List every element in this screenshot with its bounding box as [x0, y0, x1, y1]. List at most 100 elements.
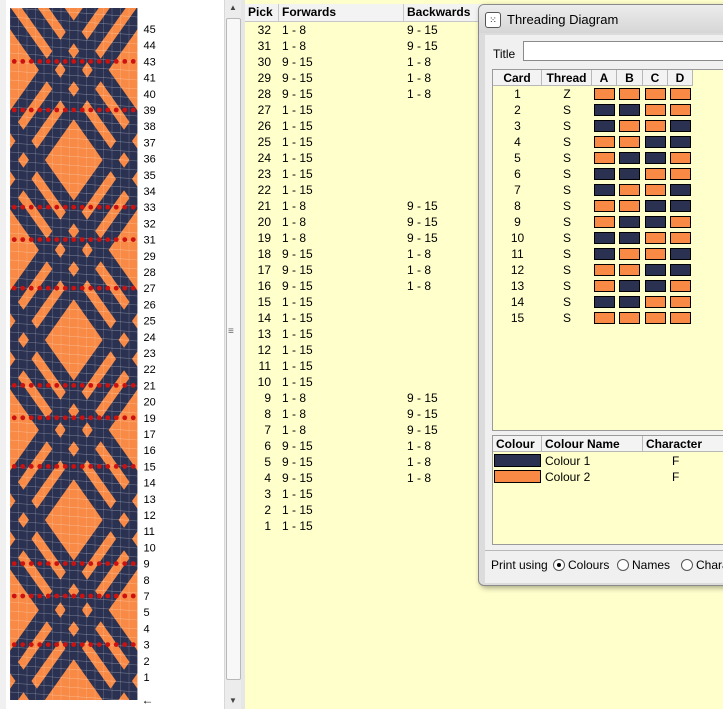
- hole-colour-swatch[interactable]: [619, 136, 640, 148]
- title-input[interactable]: [523, 41, 723, 61]
- hole-colour-swatch[interactable]: [645, 152, 666, 164]
- hole-colour-swatch[interactable]: [594, 168, 615, 180]
- hole-colour-swatch[interactable]: [645, 216, 666, 228]
- hole-colour-swatch[interactable]: [594, 312, 615, 324]
- hole-colour-swatch[interactable]: [645, 184, 666, 196]
- card-row[interactable]: 7S: [493, 182, 723, 198]
- hole-colour-swatch[interactable]: [645, 296, 666, 308]
- scroll-up-icon[interactable]: ▲: [225, 0, 241, 16]
- card-row[interactable]: 9S: [493, 214, 723, 230]
- hole-colour-swatch[interactable]: [670, 280, 691, 292]
- header-hole-d[interactable]: D: [668, 70, 693, 86]
- hole-colour-swatch[interactable]: [619, 88, 640, 100]
- card-row[interactable]: 8S: [493, 198, 723, 214]
- card-row[interactable]: 4S: [493, 134, 723, 150]
- hole-colour-swatch[interactable]: [619, 104, 640, 116]
- hole-colour-swatch[interactable]: [619, 264, 640, 276]
- hole-colour-swatch[interactable]: [645, 104, 666, 116]
- hole-colour-swatch[interactable]: [670, 168, 691, 180]
- hole-colour-swatch[interactable]: [619, 232, 640, 244]
- scroll-thumb[interactable]: [226, 18, 241, 680]
- header-character[interactable]: Character: [643, 436, 723, 452]
- hole-colour-swatch[interactable]: [670, 136, 691, 148]
- header-thread[interactable]: Thread: [542, 70, 592, 86]
- hole-colour-swatch[interactable]: [670, 216, 691, 228]
- colour-swatch[interactable]: [494, 454, 541, 467]
- card-row[interactable]: 3S: [493, 118, 723, 134]
- header-hole-a[interactable]: A: [592, 70, 617, 86]
- hole-colour-swatch[interactable]: [670, 152, 691, 164]
- print-characters-label[interactable]: Characters: [696, 557, 723, 573]
- hole-colour-swatch[interactable]: [670, 184, 691, 196]
- hole-colour-swatch[interactable]: [645, 280, 666, 292]
- print-colours-label[interactable]: Colours: [568, 557, 609, 573]
- hole-colour-swatch[interactable]: [645, 120, 666, 132]
- hole-colour-swatch[interactable]: [670, 312, 691, 324]
- hole-colour-swatch[interactable]: [594, 152, 615, 164]
- hole-colour-swatch[interactable]: [645, 88, 666, 100]
- hole-colour-swatch[interactable]: [594, 248, 615, 260]
- hole-colour-swatch[interactable]: [619, 200, 640, 212]
- card-row[interactable]: 13 S: [493, 278, 723, 294]
- hole-colour-swatch[interactable]: [645, 264, 666, 276]
- header-hole-c[interactable]: C: [643, 70, 668, 86]
- colour-swatch[interactable]: [494, 470, 541, 483]
- header-forwards[interactable]: Forwards: [279, 4, 404, 21]
- scroll-down-icon[interactable]: ▼: [225, 693, 241, 709]
- card-row[interactable]: 10 S: [493, 230, 723, 246]
- header-card[interactable]: Card: [493, 70, 542, 86]
- hole-colour-swatch[interactable]: [670, 104, 691, 116]
- card-row[interactable]: 14 S: [493, 294, 723, 310]
- print-characters-radio[interactable]: [681, 559, 693, 571]
- header-hole-b[interactable]: B: [617, 70, 643, 86]
- hole-colour-swatch[interactable]: [594, 264, 615, 276]
- hole-colour-swatch[interactable]: [594, 216, 615, 228]
- hole-colour-swatch[interactable]: [619, 296, 640, 308]
- hole-colour-swatch[interactable]: [645, 312, 666, 324]
- hole-colour-swatch[interactable]: [619, 312, 640, 324]
- hole-colour-swatch[interactable]: [645, 248, 666, 260]
- hole-colour-swatch[interactable]: [594, 88, 615, 100]
- hole-colour-swatch[interactable]: [619, 216, 640, 228]
- colour-row[interactable]: Colour 2 F: [493, 469, 723, 485]
- hole-colour-swatch[interactable]: [670, 264, 691, 276]
- hole-colour-swatch[interactable]: [670, 120, 691, 132]
- header-colour[interactable]: Colour: [493, 436, 542, 452]
- hole-colour-swatch[interactable]: [619, 280, 640, 292]
- hole-colour-swatch[interactable]: [670, 232, 691, 244]
- dialog-titlebar[interactable]: ⁙ Threading Diagram: [479, 5, 723, 33]
- hole-colour-swatch[interactable]: [594, 200, 615, 212]
- hole-colour-swatch[interactable]: [594, 104, 615, 116]
- hole-colour-swatch[interactable]: [594, 280, 615, 292]
- hole-colour-swatch[interactable]: [619, 248, 640, 260]
- hole-colour-swatch[interactable]: [619, 168, 640, 180]
- hole-colour-swatch[interactable]: [594, 120, 615, 132]
- card-row[interactable]: 2S: [493, 102, 723, 118]
- card-row[interactable]: 6S: [493, 166, 723, 182]
- card-row[interactable]: 1Z: [493, 86, 723, 102]
- card-row[interactable]: 12 S: [493, 262, 723, 278]
- hole-colour-swatch[interactable]: [645, 232, 666, 244]
- print-names-label[interactable]: Names: [632, 557, 670, 573]
- header-colour-name[interactable]: Colour Name: [542, 436, 643, 452]
- card-row[interactable]: 5S: [493, 150, 723, 166]
- hole-colour-swatch[interactable]: [670, 200, 691, 212]
- hole-colour-swatch[interactable]: [645, 168, 666, 180]
- print-colours-radio[interactable]: [553, 559, 565, 571]
- hole-colour-swatch[interactable]: [645, 136, 666, 148]
- hole-colour-swatch[interactable]: [670, 296, 691, 308]
- hole-colour-swatch[interactable]: [594, 232, 615, 244]
- card-row[interactable]: 15 S: [493, 310, 723, 326]
- hole-colour-swatch[interactable]: [594, 296, 615, 308]
- hole-colour-swatch[interactable]: [619, 120, 640, 132]
- hole-colour-swatch[interactable]: [594, 136, 615, 148]
- hole-colour-swatch[interactable]: [619, 152, 640, 164]
- hole-colour-swatch[interactable]: [670, 88, 691, 100]
- header-pick[interactable]: Pick: [245, 4, 279, 21]
- print-names-radio[interactable]: [617, 559, 629, 571]
- hole-colour-swatch[interactable]: [645, 200, 666, 212]
- colour-row[interactable]: Colour 1 F: [493, 453, 723, 469]
- dialog-app-icon[interactable]: ⁙: [485, 12, 501, 28]
- card-row[interactable]: 11 S: [493, 246, 723, 262]
- vertical-scrollbar[interactable]: ▲ ≡ ▼: [224, 0, 241, 709]
